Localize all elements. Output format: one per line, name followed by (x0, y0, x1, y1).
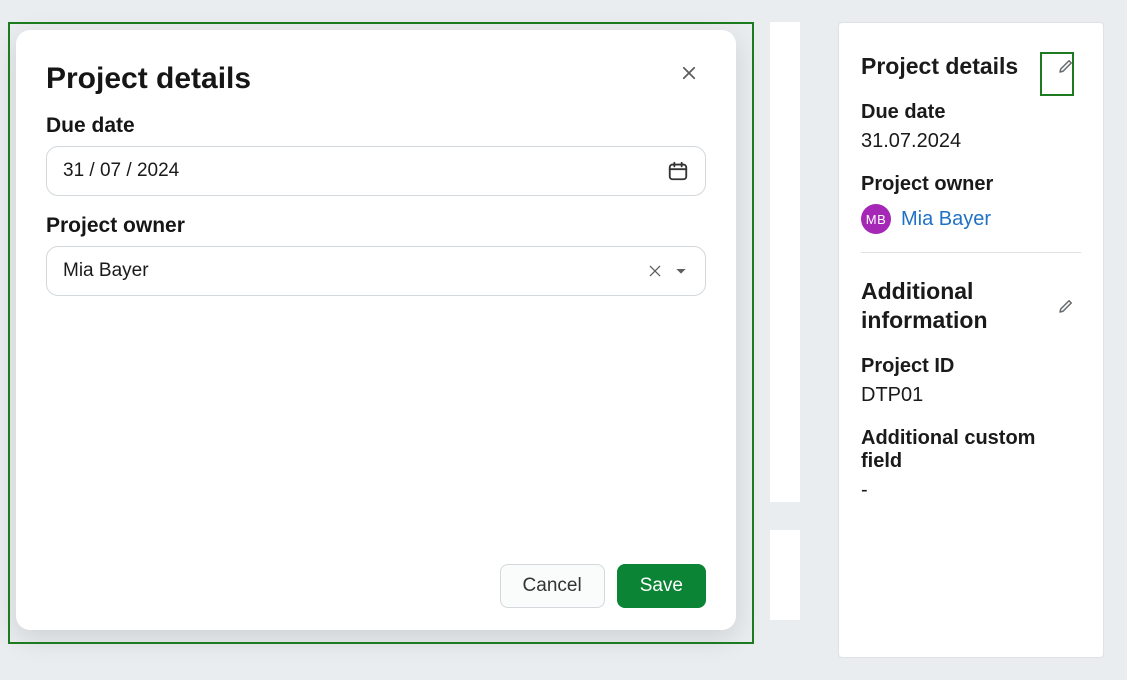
save-button[interactable]: Save (617, 564, 706, 608)
project-id-value: DTP01 (861, 384, 1081, 407)
due-date-label: Due date (46, 114, 706, 138)
pencil-icon (1057, 55, 1075, 77)
pencil-icon (1057, 295, 1075, 317)
project-details-dialog: Project details Due date 31 / 07 / 2024 … (16, 30, 736, 630)
close-icon (680, 64, 698, 82)
due-date-value: 31.07.2024 (861, 130, 1081, 153)
chevron-down-icon (673, 263, 689, 279)
edit-project-details-button[interactable] (1051, 51, 1081, 81)
due-date-input[interactable]: 31 / 07 / 2024 (46, 146, 706, 196)
additional-information-section: Additional information Project ID DTP01 … (861, 252, 1081, 520)
project-owner-label: Project owner (861, 173, 1081, 196)
project-owner-row: MB Mia Bayer (861, 204, 1081, 234)
background-card (770, 530, 800, 620)
calendar-icon (667, 160, 689, 182)
section-title: Additional information (861, 277, 1051, 335)
close-button[interactable] (672, 56, 706, 90)
custom-field-label: Additional custom field (861, 427, 1081, 473)
project-owner-label: Project owner (46, 214, 706, 238)
custom-field-value: - (861, 479, 1081, 502)
clear-selection-icon[interactable] (647, 263, 663, 279)
project-owner-link[interactable]: Mia Bayer (901, 208, 991, 231)
project-id-label: Project ID (861, 355, 1081, 378)
avatar: MB (861, 204, 891, 234)
background-card (770, 22, 800, 502)
cancel-button[interactable]: Cancel (500, 564, 605, 608)
due-date-value: 31 / 07 / 2024 (63, 160, 179, 182)
dialog-footer: Cancel Save (46, 564, 706, 608)
section-title: Project details (861, 52, 1018, 81)
project-details-section: Project details Due date 31.07.2024 Proj… (861, 51, 1081, 252)
dialog-title: Project details (46, 62, 251, 96)
side-panel: Project details Due date 31.07.2024 Proj… (838, 22, 1104, 658)
project-owner-select[interactable]: Mia Bayer (46, 246, 706, 296)
project-owner-value: Mia Bayer (63, 260, 149, 282)
dialog-header: Project details (46, 56, 706, 96)
edit-additional-info-button[interactable] (1051, 291, 1081, 321)
due-date-label: Due date (861, 101, 1081, 124)
